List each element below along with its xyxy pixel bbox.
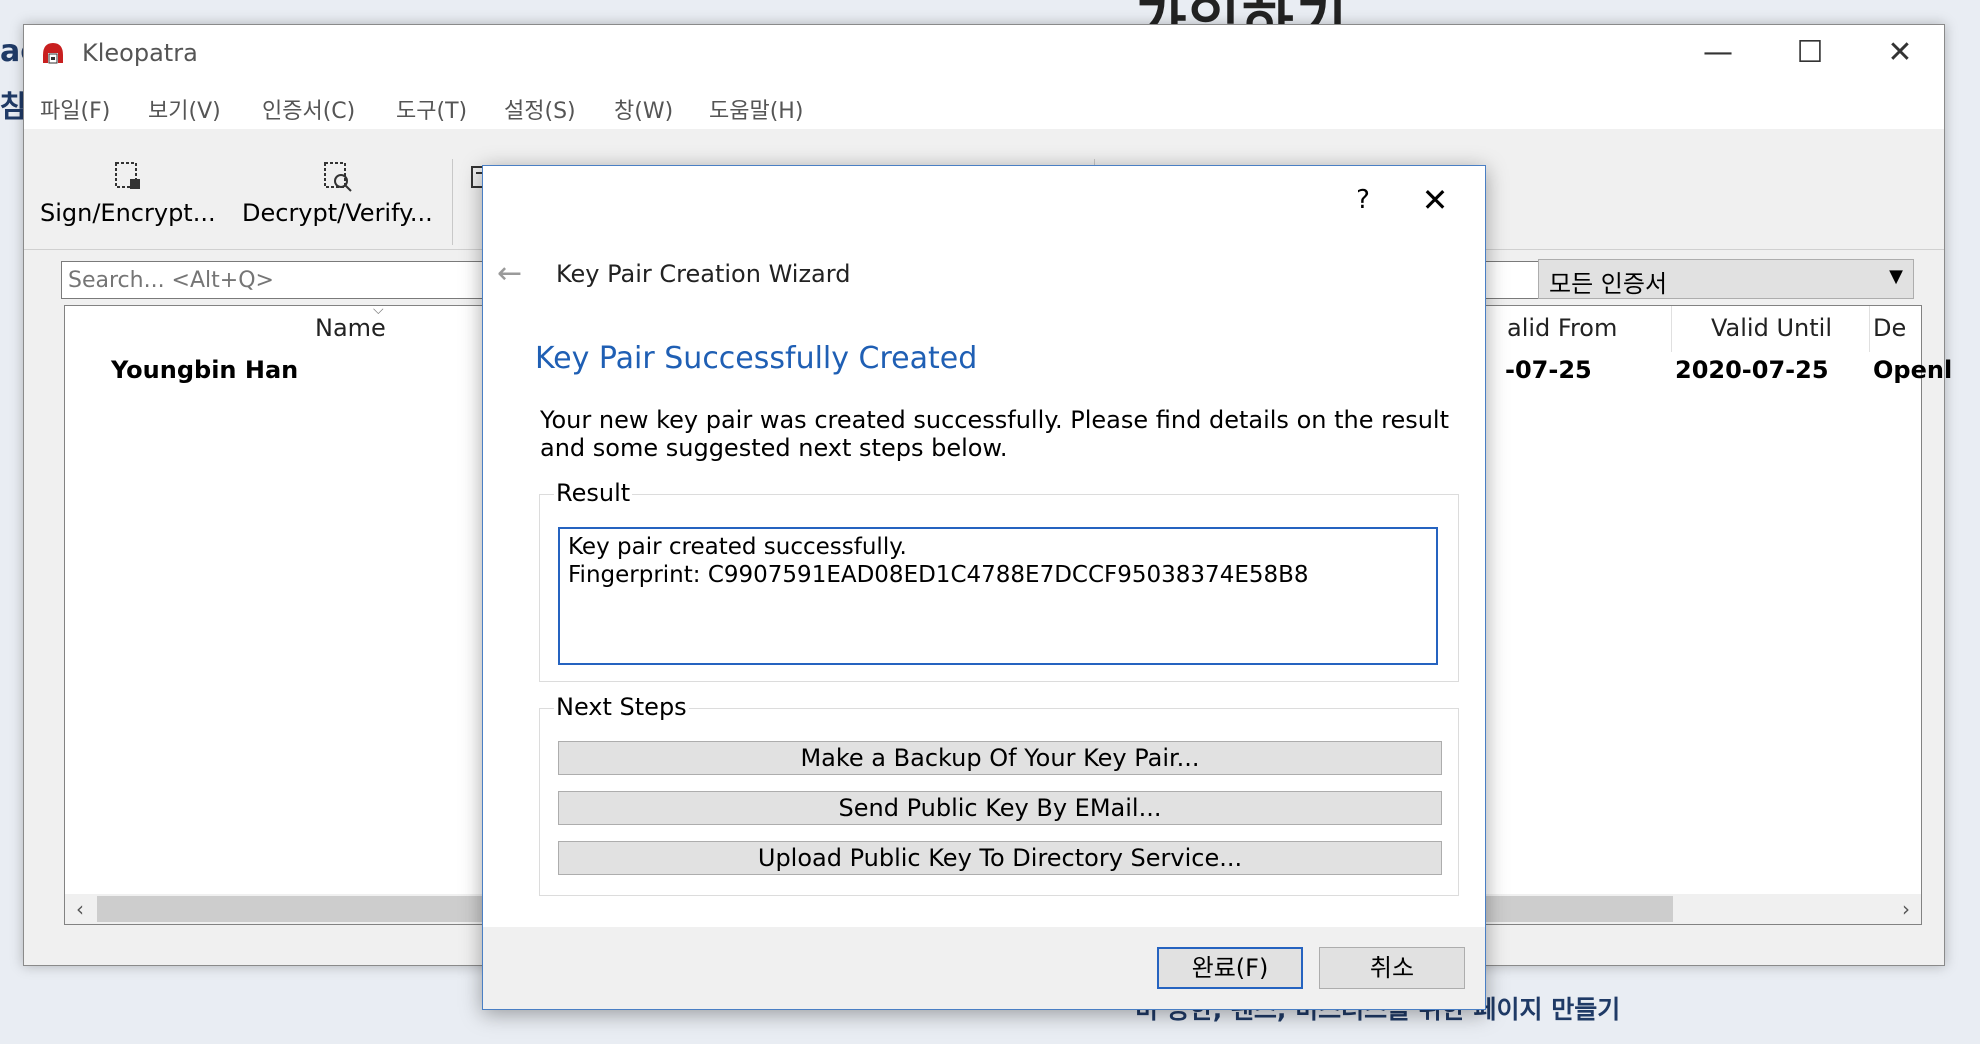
column-header-name[interactable]: Name	[315, 314, 386, 342]
column-header-valid-until[interactable]: Valid Until	[1711, 314, 1832, 342]
cert-row-details[interactable]: Openl	[1873, 356, 1952, 384]
sign-encrypt-label: Sign/Encrypt...	[40, 199, 216, 227]
fingerprint-line: Fingerprint: C9907591EAD08ED1C4788E7DCCF…	[568, 562, 1309, 588]
back-arrow-icon[interactable]: ←	[497, 256, 522, 291]
minimize-button[interactable]: —	[1674, 31, 1762, 75]
dialog-title: Key Pair Creation Wizard	[556, 260, 851, 288]
column-header-valid-from[interactable]: alid From	[1507, 314, 1617, 342]
result-group-title: Result	[554, 479, 633, 507]
upload-public-key-button[interactable]: Upload Public Key To Directory Service..…	[558, 841, 1442, 875]
menu-file[interactable]: 파일(F)	[40, 93, 110, 125]
menu-settings[interactable]: 설정(S)	[504, 93, 576, 125]
cert-row-name[interactable]: Youngbin Han	[111, 356, 298, 384]
wizard-page-heading: Key Pair Successfully Created	[535, 341, 978, 376]
dialog-footer: 완료(F) 취소	[483, 927, 1485, 1009]
dialog-close-button[interactable]: ✕	[1405, 180, 1465, 220]
cert-row-valid-until[interactable]: 2020-07-25	[1675, 356, 1829, 384]
next-steps-group: Next Steps Make a Backup Of Your Key Pai…	[539, 693, 1459, 896]
filter-selected-value: 모든 인증서	[1549, 270, 1668, 298]
result-text-area[interactable]: Key pair created successfully. Fingerpri…	[558, 527, 1438, 665]
search-field[interactable]	[61, 261, 501, 299]
column-header-details[interactable]: De	[1873, 314, 1906, 342]
search-field-edge	[1484, 261, 1544, 299]
scroll-right-icon[interactable]: ›	[1891, 894, 1921, 924]
decrypt-verify-icon	[324, 162, 353, 192]
menu-view[interactable]: 보기(V)	[148, 93, 221, 125]
decrypt-verify-label: Decrypt/Verify...	[242, 199, 433, 227]
search-input[interactable]	[62, 262, 500, 298]
result-line: Key pair created successfully.	[568, 534, 907, 560]
menu-tools[interactable]: 도구(T)	[396, 93, 467, 125]
backup-key-pair-button[interactable]: Make a Backup Of Your Key Pair...	[558, 741, 1442, 775]
help-button[interactable]: ?	[1333, 180, 1393, 220]
menu-certificates[interactable]: 인증서(C)	[262, 93, 355, 125]
decrypt-verify-button[interactable]: Decrypt/Verify...	[242, 161, 433, 227]
dropdown-arrow-icon: ▼	[1889, 266, 1903, 287]
result-group: Result Key pair created successfully. Fi…	[539, 479, 1459, 682]
column-separator	[1869, 306, 1870, 352]
send-public-key-email-button[interactable]: Send Public Key By EMail...	[558, 791, 1442, 825]
close-button[interactable]: ✕	[1856, 31, 1944, 75]
window-title: Kleopatra	[82, 39, 198, 67]
wizard-description: Your new key pair was created successful…	[540, 406, 1449, 462]
cancel-button[interactable]: 취소	[1319, 947, 1465, 989]
finish-button[interactable]: 완료(F)	[1157, 947, 1303, 989]
title-bar[interactable]: Kleopatra — ☐ ✕	[24, 25, 1944, 83]
menu-bar: 파일(F) 보기(V) 인증서(C) 도구(T) 설정(S) 창(W) 도움말(…	[24, 83, 1944, 129]
maximize-button[interactable]: ☐	[1766, 31, 1854, 75]
menu-help[interactable]: 도움말(H)	[709, 93, 803, 125]
sign-encrypt-icon	[114, 162, 140, 189]
column-separator	[1671, 306, 1672, 352]
cert-row-valid-from[interactable]: -07-25	[1505, 356, 1592, 384]
toolbar-separator	[452, 159, 453, 245]
menu-window[interactable]: 창(W)	[614, 93, 673, 125]
certificate-filter-dropdown[interactable]: 모든 인증서 ▼	[1538, 259, 1914, 299]
sign-encrypt-button[interactable]: Sign/Encrypt...	[40, 161, 216, 227]
scroll-left-icon[interactable]: ‹	[65, 894, 95, 924]
kleopatra-logo-icon	[43, 43, 63, 64]
next-steps-group-title: Next Steps	[554, 693, 689, 721]
key-pair-wizard-dialog: ? ✕ ← Key Pair Creation Wizard Key Pair …	[482, 165, 1486, 1010]
